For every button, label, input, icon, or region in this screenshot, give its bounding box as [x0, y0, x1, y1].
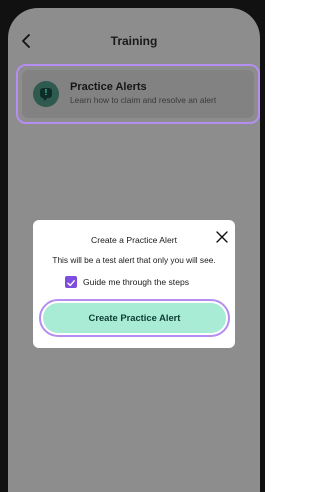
page-title: Training: [110, 34, 158, 48]
card-title: Practice Alerts: [70, 81, 147, 93]
guide-checkbox[interactable]: [65, 276, 77, 288]
top-bar: Training: [8, 8, 260, 62]
practice-alerts-card[interactable]: ! Practice Alerts Learn how to claim and…: [22, 70, 254, 118]
create-practice-alert-button[interactable]: Create Practice Alert: [43, 303, 226, 333]
device-frame: Training ! Practice Alerts Learn how to …: [0, 0, 265, 492]
close-button[interactable]: [215, 230, 229, 244]
card-subtitle: Learn how to claim and resolve an alert: [70, 95, 217, 105]
guide-checkbox-label[interactable]: Guide me through the steps: [83, 277, 189, 287]
practice-alert-dialog: Create a Practice Alert This will be a t…: [33, 220, 235, 348]
app-screen: Training ! Practice Alerts Learn how to …: [8, 8, 260, 492]
close-icon: [216, 231, 228, 243]
dialog-description: This will be a test alert that only you …: [52, 255, 216, 265]
alert-chat-icon: !: [33, 81, 59, 107]
checkmark-icon: [67, 280, 75, 287]
dialog-title: Create a Practice Alert: [91, 235, 177, 245]
exclamation-glyph: !: [44, 88, 48, 97]
